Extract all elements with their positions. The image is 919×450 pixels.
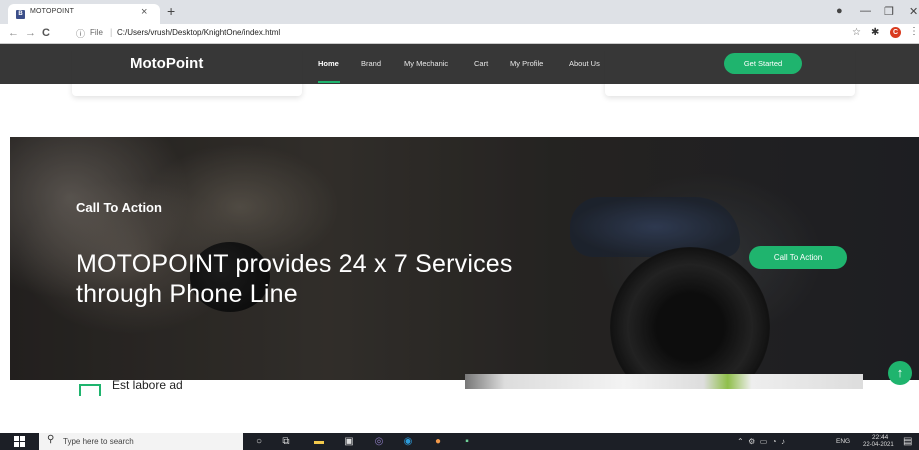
profile-avatar[interactable]: C <box>890 27 901 38</box>
file-explorer-icon[interactable]: ▬ <box>312 435 326 448</box>
minimize-icon[interactable]: — <box>860 5 871 17</box>
windows-taskbar: ⚲ Type here to search ○ ⧉ ▬ ▣ ◎ ◉ ● ▪ ⌃ … <box>0 433 919 450</box>
clock-time[interactable]: 22:44 <box>872 434 888 441</box>
store-icon[interactable]: ▣ <box>342 435 356 448</box>
site-header: MotoPoint Home Brand My Mechanic Cart My… <box>0 44 919 84</box>
windows-start-icon[interactable] <box>14 436 25 447</box>
nav-my-profile[interactable]: My Profile <box>510 59 543 68</box>
puzzle-icon[interactable]: ✱ <box>871 27 879 38</box>
star-icon[interactable]: ☆ <box>852 27 861 38</box>
app-icon[interactable]: ◎ <box>372 435 386 448</box>
browser-tab-strip: B MOTOPOINT × + ● — ❐ ✕ <box>0 0 919 24</box>
web-page: MotoPoint Home Brand My Mechanic Cart My… <box>0 44 919 433</box>
tab-title: MOTOPOINT <box>30 8 75 15</box>
url-scheme: File <box>90 28 103 37</box>
feature-image <box>465 374 863 389</box>
nav-cart[interactable]: Cart <box>474 59 488 68</box>
site-info-icon[interactable]: ⓘ <box>76 27 85 40</box>
get-started-button[interactable]: Get Started <box>724 53 802 74</box>
task-view-icon[interactable]: ⧉ <box>279 435 293 448</box>
site-logo[interactable]: MotoPoint <box>130 55 203 72</box>
call-to-action-section: Call To Action MOTOPOINT provides 24 x 7… <box>10 137 919 380</box>
nav-home[interactable]: Home <box>318 59 339 68</box>
edge-icon[interactable]: ◉ <box>401 435 415 448</box>
search-icon: ⚲ <box>47 434 55 445</box>
system-tray-icons[interactable]: ⌃ ⚙ ▭ ◔ ♪ <box>737 437 785 446</box>
feature-icon <box>79 384 101 396</box>
address-bar-row: ← → C ⓘ File | C:/Users/vrush/Desktop/Kn… <box>0 24 919 44</box>
reload-button[interactable]: C <box>42 27 50 39</box>
new-tab-button[interactable]: + <box>167 4 175 18</box>
browser-tab[interactable]: B MOTOPOINT × <box>8 4 160 24</box>
tab-close-icon[interactable]: × <box>141 6 147 18</box>
nav-about-us[interactable]: About Us <box>569 59 600 68</box>
account-circle-icon[interactable]: ● <box>836 5 843 17</box>
active-nav-indicator <box>318 81 340 83</box>
cta-title: Call To Action <box>76 200 162 215</box>
taskbar-search-box[interactable]: ⚲ Type here to search <box>39 433 243 450</box>
cta-headline-line-2: through Phone Line <box>76 280 298 308</box>
nav-my-mechanic[interactable]: My Mechanic <box>404 59 448 68</box>
favicon-icon: B <box>16 10 25 19</box>
language-indicator[interactable]: ENG <box>836 438 850 445</box>
clock-date[interactable]: 22-04-2021 <box>863 442 894 448</box>
search-placeholder: Type here to search <box>63 437 134 446</box>
cta-headline-line-1: MOTOPOINT provides 24 x 7 Services <box>76 250 513 278</box>
call-to-action-button[interactable]: Call To Action <box>749 246 847 269</box>
close-window-icon[interactable]: ✕ <box>909 5 918 18</box>
notification-icon[interactable]: ▤ <box>903 436 912 447</box>
back-to-top-button[interactable]: ↑ <box>888 361 912 385</box>
back-button[interactable]: ← <box>8 27 19 39</box>
forward-button[interactable]: → <box>25 27 36 39</box>
menu-icon[interactable]: ⋮ <box>909 26 919 37</box>
url-path: C:/Users/vrush/Desktop/KnightOne/index.h… <box>117 28 281 37</box>
restore-icon[interactable]: ❐ <box>884 5 894 18</box>
cortana-icon[interactable]: ○ <box>252 435 266 448</box>
url-field[interactable]: ⓘ File | C:/Users/vrush/Desktop/KnightOn… <box>76 26 846 42</box>
nav-brand[interactable]: Brand <box>361 59 381 68</box>
app-icon-2[interactable]: ▪ <box>460 435 474 448</box>
url-separator: | <box>110 27 113 37</box>
chrome-icon[interactable]: ● <box>431 435 445 448</box>
feature-title: Est labore ad <box>112 378 183 392</box>
